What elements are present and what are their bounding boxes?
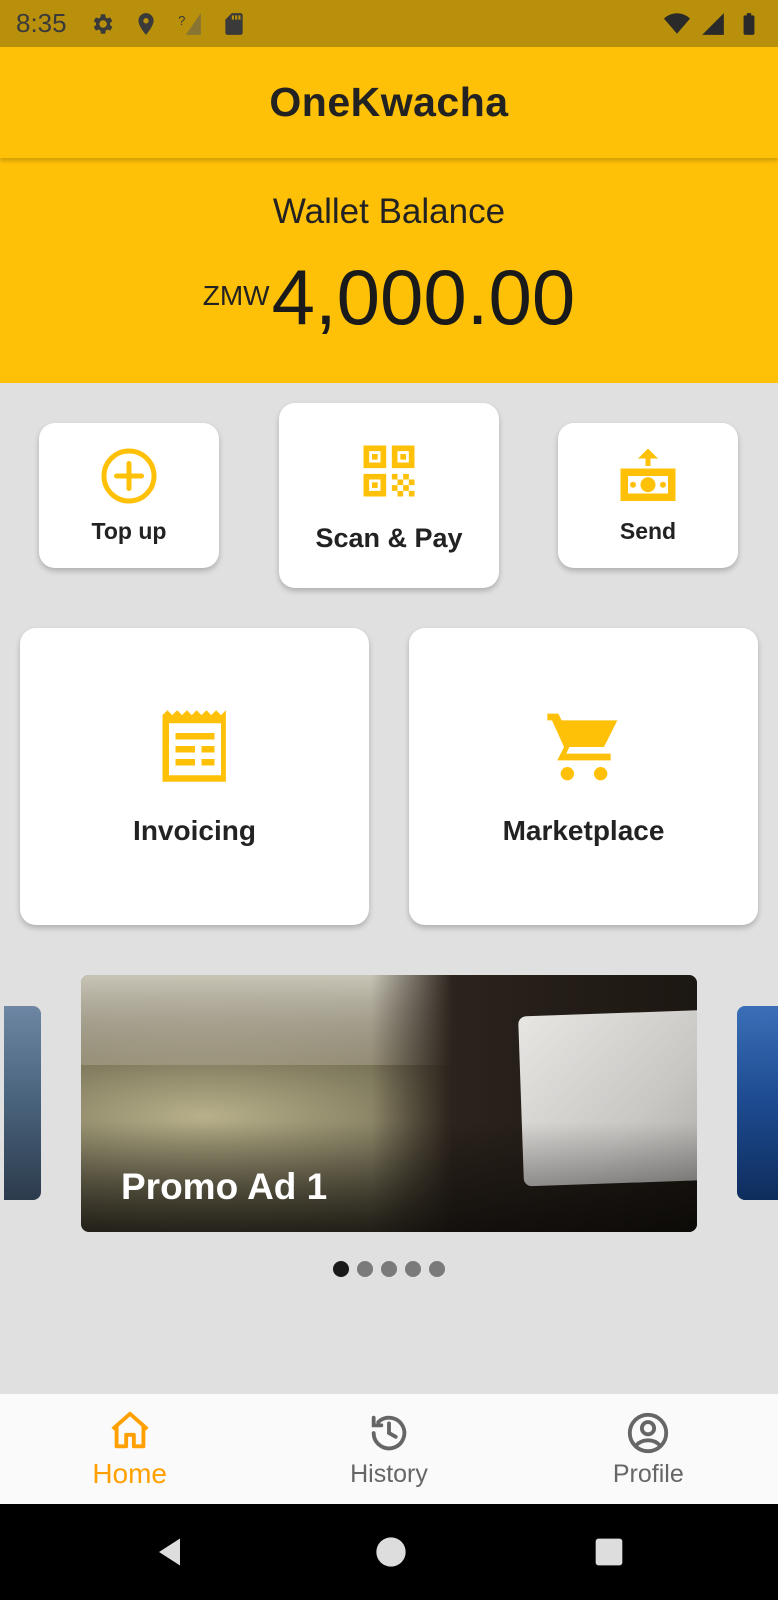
home-circle-icon[interactable] — [375, 1536, 407, 1568]
location-icon — [138, 12, 154, 35]
back-icon[interactable] — [153, 1534, 189, 1570]
invoicing-label: Invoicing — [133, 814, 256, 846]
shopping-cart-icon — [546, 713, 617, 780]
balance-currency: ZMW — [202, 280, 270, 311]
profile-icon — [628, 1412, 669, 1453]
home-icon — [111, 1411, 149, 1449]
marketplace-label: Marketplace — [502, 814, 665, 846]
send-button[interactable]: Send — [558, 423, 738, 568]
nav-history-label: History — [350, 1459, 428, 1488]
nav-home[interactable]: Home — [0, 1394, 259, 1504]
history-icon — [371, 1415, 407, 1450]
carousel-indicator — [0, 1261, 778, 1277]
scan-pay-button[interactable]: Scan & Pay — [279, 403, 499, 588]
send-label: Send — [619, 518, 677, 544]
recents-icon[interactable] — [593, 1536, 625, 1568]
carousel-dot[interactable] — [405, 1261, 421, 1277]
invoicing-button[interactable]: Invoicing — [20, 628, 369, 925]
balance-label: Wallet Balance — [272, 192, 506, 231]
wifi-icon — [664, 12, 690, 34]
add-circle-icon — [101, 448, 157, 504]
nav-profile[interactable]: Profile — [519, 1394, 778, 1504]
bottom-nav: Home History Profile — [0, 1394, 778, 1504]
svg-text:?: ? — [178, 13, 185, 28]
nav-profile-label: Profile — [612, 1459, 684, 1488]
carousel-dot[interactable] — [357, 1261, 373, 1277]
carousel-dot[interactable] — [381, 1261, 397, 1277]
carousel-next-slide[interactable] — [737, 1006, 778, 1200]
balance-amount: 4,000.00 — [271, 253, 576, 341]
scan-pay-label: Scan & Pay — [315, 523, 463, 553]
marketplace-button[interactable]: Marketplace — [409, 628, 758, 925]
nav-history[interactable]: History — [259, 1394, 518, 1504]
sd-card-icon — [224, 12, 243, 35]
carousel-dot[interactable] — [333, 1261, 349, 1277]
status-time: 8:35 — [16, 8, 67, 38]
nav-home-label: Home — [92, 1458, 168, 1489]
promo-banner[interactable]: Promo Ad 1 — [81, 975, 697, 1232]
no-signal-icon: ? — [178, 13, 201, 35]
battery-icon — [743, 12, 755, 35]
app-title: OneKwacha — [269, 79, 509, 125]
top-up-button[interactable]: Top up — [39, 423, 219, 568]
app-bar: OneKwacha — [0, 47, 778, 158]
receipt-icon — [162, 709, 226, 782]
cell-signal-icon — [702, 12, 724, 35]
carousel-dot[interactable] — [429, 1261, 445, 1277]
promo-label: Promo Ad 1 — [121, 1166, 328, 1207]
main-content: Top up Scan & Pay Send Invoicing Marketp… — [0, 383, 778, 1394]
top-up-label: Top up — [91, 518, 167, 544]
qr-code-icon — [363, 445, 415, 497]
send-money-icon — [620, 448, 676, 501]
gear-icon — [93, 13, 113, 34]
status-bar: 8:35 ? — [0, 0, 778, 47]
system-nav-bar — [0, 1504, 778, 1600]
carousel-prev-slide[interactable] — [4, 1006, 41, 1200]
wallet-balance-panel: Wallet Balance ZMW 4,000.00 — [0, 158, 778, 383]
